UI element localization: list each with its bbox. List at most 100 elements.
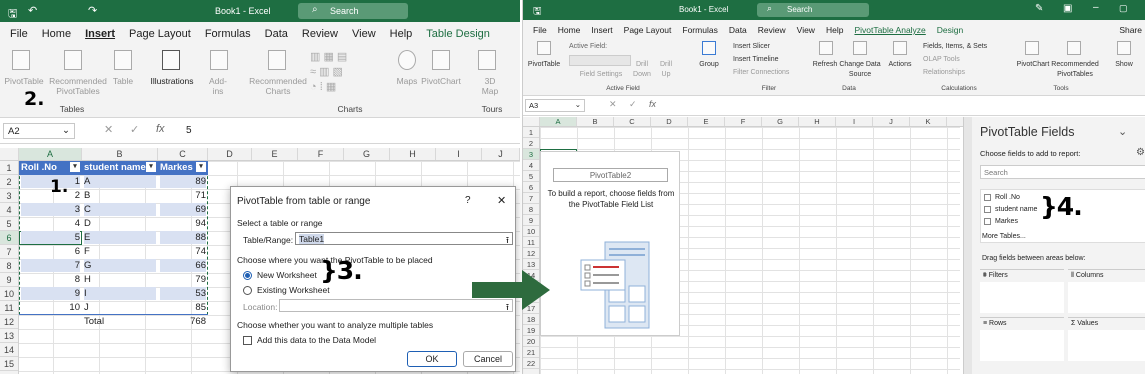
insert-slicer-button[interactable]: Insert Slicer bbox=[733, 42, 793, 52]
col-header[interactable]: G bbox=[762, 117, 799, 126]
menu-design[interactable]: Design bbox=[937, 25, 963, 38]
row-header[interactable]: 4 bbox=[0, 203, 18, 217]
table-cell[interactable]: 85 bbox=[160, 301, 206, 314]
row-header[interactable]: 4 bbox=[523, 160, 539, 171]
menu-page-layout[interactable]: Page Layout bbox=[129, 28, 191, 44]
table-cell[interactable]: 8 bbox=[21, 273, 80, 286]
table-cell[interactable]: 6 bbox=[21, 245, 80, 258]
col-header[interactable]: K bbox=[910, 117, 947, 126]
share-button[interactable]: Share bbox=[1119, 25, 1142, 38]
maximize-icon[interactable]: ▢ bbox=[1119, 3, 1128, 14]
row-header[interactable]: 22 bbox=[523, 358, 539, 369]
menu-view[interactable]: View bbox=[352, 28, 376, 44]
menu-table-design[interactable]: Table Design bbox=[426, 28, 490, 44]
table-cell[interactable]: E bbox=[84, 231, 156, 244]
function-icon[interactable]: fx bbox=[156, 123, 165, 135]
drill-down-button[interactable]: Drill Down bbox=[631, 60, 653, 80]
menu-formulas[interactable]: Formulas bbox=[205, 28, 251, 44]
more-tables-link[interactable]: More Tables... bbox=[982, 233, 1026, 240]
table-cell[interactable]: 74 bbox=[160, 245, 206, 258]
undo-icon[interactable]: ↶ bbox=[28, 4, 37, 17]
help-icon[interactable]: ? bbox=[465, 195, 471, 206]
table-cell[interactable]: G bbox=[84, 259, 156, 272]
row-header[interactable]: 1 bbox=[523, 127, 539, 138]
formula-input[interactable]: 5 bbox=[186, 125, 192, 136]
menu-help[interactable]: Help bbox=[390, 28, 413, 44]
filters-area[interactable]: ⩩ Filters bbox=[980, 269, 1064, 313]
row-header[interactable]: 10 bbox=[523, 226, 539, 237]
change-data-source-button[interactable]: Change Data Source bbox=[837, 60, 883, 80]
select-all-corner[interactable] bbox=[523, 117, 540, 126]
row-header[interactable]: 12 bbox=[523, 248, 539, 259]
menu-formulas[interactable]: Formulas bbox=[682, 25, 717, 38]
pivottable-button[interactable]: PivotTable bbox=[2, 76, 46, 86]
filter-connections-button[interactable]: Filter Connections bbox=[733, 68, 809, 78]
minimize-icon[interactable]: – bbox=[1093, 2, 1099, 13]
row-header[interactable]: 13 bbox=[523, 259, 539, 270]
row-header[interactable]: 6 bbox=[523, 182, 539, 193]
col-header[interactable]: J bbox=[873, 117, 910, 126]
cancel-icon[interactable]: ✕ bbox=[104, 123, 113, 136]
refresh-button[interactable]: Refresh bbox=[811, 60, 839, 70]
menu-home[interactable]: Home bbox=[558, 25, 581, 38]
table-header-cell[interactable]: Roll .No ▾ bbox=[21, 161, 80, 174]
row-header[interactable]: 9 bbox=[523, 215, 539, 226]
search-box[interactable]: ⌕ Search bbox=[757, 3, 869, 17]
cancel-button[interactable]: Cancel bbox=[463, 351, 513, 367]
table-cell[interactable]: 66 bbox=[160, 259, 206, 272]
menu-data[interactable]: Data bbox=[729, 25, 747, 38]
field-item[interactable]: student name bbox=[984, 206, 1037, 213]
col-header[interactable]: C bbox=[614, 117, 651, 126]
row-header[interactable]: 3 bbox=[0, 189, 18, 203]
field-settings-button[interactable]: Field Settings bbox=[569, 70, 633, 80]
table-cell[interactable]: H bbox=[84, 273, 156, 286]
name-box[interactable]: A3 ⌄ bbox=[525, 99, 585, 112]
table-cell[interactable]: 5 bbox=[21, 231, 80, 244]
field-item[interactable]: Roll .No bbox=[984, 194, 1020, 201]
panel-options-icon[interactable]: ⌄ bbox=[1118, 125, 1127, 138]
name-box[interactable]: A2 ⌄ bbox=[3, 123, 75, 139]
col-header[interactable]: J bbox=[482, 148, 520, 160]
menu-help[interactable]: Help bbox=[826, 25, 843, 38]
table-cell[interactable]: 7 bbox=[21, 259, 80, 272]
table-cell[interactable]: J bbox=[84, 301, 156, 314]
table-cell[interactable]: I bbox=[84, 287, 156, 300]
total-label[interactable]: Total bbox=[84, 315, 156, 328]
table-header-cell[interactable]: student name ▾ bbox=[84, 161, 156, 174]
field-search-input[interactable]: Search bbox=[980, 165, 1145, 179]
table-cell[interactable]: 71 bbox=[160, 189, 206, 202]
collapse-icon[interactable]: ⭱ bbox=[506, 233, 509, 249]
row-header[interactable]: 11 bbox=[0, 301, 18, 315]
row-header[interactable]: 5 bbox=[0, 217, 18, 231]
table-cell[interactable]: 4 bbox=[21, 217, 80, 230]
col-header[interactable]: I bbox=[436, 148, 482, 160]
col-header[interactable]: D bbox=[651, 117, 688, 126]
col-header[interactable]: F bbox=[298, 148, 344, 160]
enter-icon[interactable]: ✓ bbox=[629, 99, 637, 110]
col-header[interactable]: B bbox=[577, 117, 614, 126]
redo-icon[interactable]: ↷ bbox=[88, 4, 97, 17]
table-cell[interactable]: 9 bbox=[21, 287, 80, 300]
menu-view[interactable]: View bbox=[797, 25, 815, 38]
olap-tools-button[interactable]: OLAP Tools bbox=[923, 55, 983, 65]
table-cell[interactable]: 69 bbox=[160, 203, 206, 216]
table-cell[interactable]: 3 bbox=[21, 203, 80, 216]
relationships-button[interactable]: Relationships bbox=[923, 68, 983, 78]
menu-file[interactable]: File bbox=[533, 25, 547, 38]
menu-file[interactable]: File bbox=[10, 28, 28, 44]
row-header[interactable]: 1 bbox=[0, 161, 18, 175]
row-header[interactable]: 21 bbox=[523, 347, 539, 358]
pivotchart-button[interactable]: PivotChart bbox=[418, 76, 464, 86]
menu-insert[interactable]: Insert bbox=[85, 28, 115, 44]
drill-up-button[interactable]: Drill Up bbox=[655, 60, 677, 80]
pivot-placeholder[interactable]: PivotTable2 To build a report, choose fi… bbox=[540, 151, 680, 336]
row-header[interactable]: 10 bbox=[0, 287, 18, 301]
col-header[interactable]: I bbox=[836, 117, 873, 126]
col-header[interactable]: D bbox=[208, 148, 252, 160]
row-header[interactable]: 15 bbox=[0, 357, 18, 371]
row-header[interactable]: 6 bbox=[0, 231, 18, 245]
row-header[interactable]: 7 bbox=[0, 245, 18, 259]
group-button[interactable]: Group bbox=[695, 60, 723, 70]
menu-data[interactable]: Data bbox=[265, 28, 288, 44]
pivottable-button[interactable]: PivotTable bbox=[525, 60, 563, 70]
